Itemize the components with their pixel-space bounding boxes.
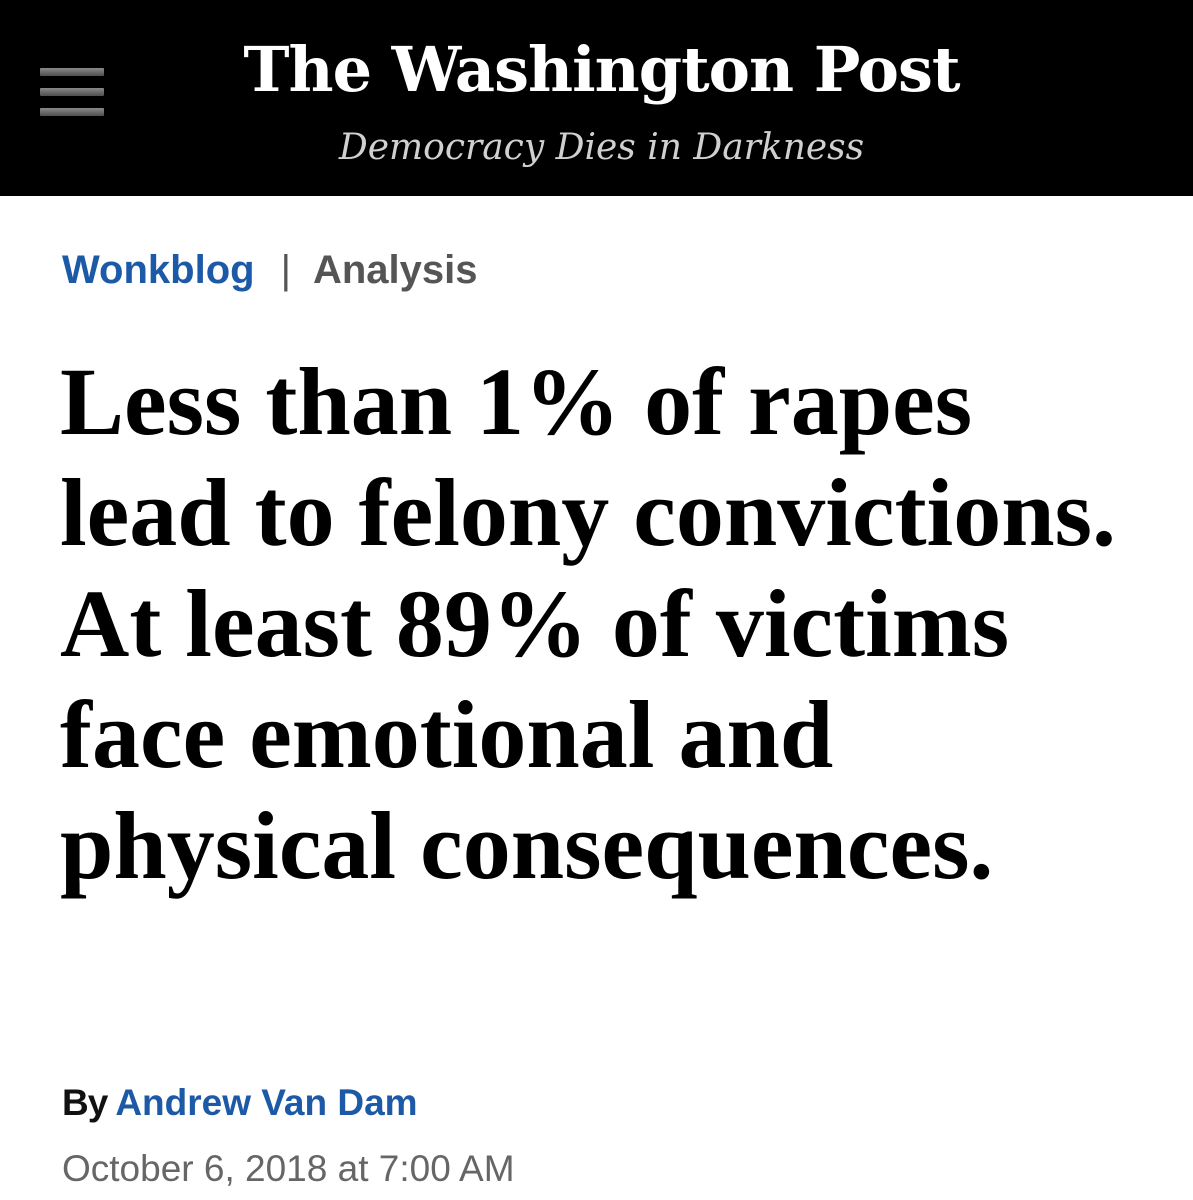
- masthead: The Washington Post Democracy Dies in Da…: [0, 0, 1193, 196]
- byline-prefix: By: [62, 1082, 108, 1123]
- article-type-label: Analysis: [312, 248, 478, 292]
- article-headline: Less than 1% of rapes lead to felony con…: [60, 348, 1116, 899]
- publish-timestamp: October 6, 2018 at 7:00 AM: [62, 1148, 515, 1189]
- kicker-separator: |: [280, 248, 291, 292]
- article-kicker: Wonkblog | Analysis: [62, 244, 477, 296]
- site-logo[interactable]: The Washington Post: [0, 30, 1193, 110]
- byline: By Andrew Van Dam: [62, 1078, 418, 1128]
- site-tagline: Democracy Dies in Darkness: [338, 127, 865, 168]
- author-link[interactable]: Andrew Van Dam: [115, 1082, 417, 1123]
- section-link[interactable]: Wonkblog: [62, 248, 255, 292]
